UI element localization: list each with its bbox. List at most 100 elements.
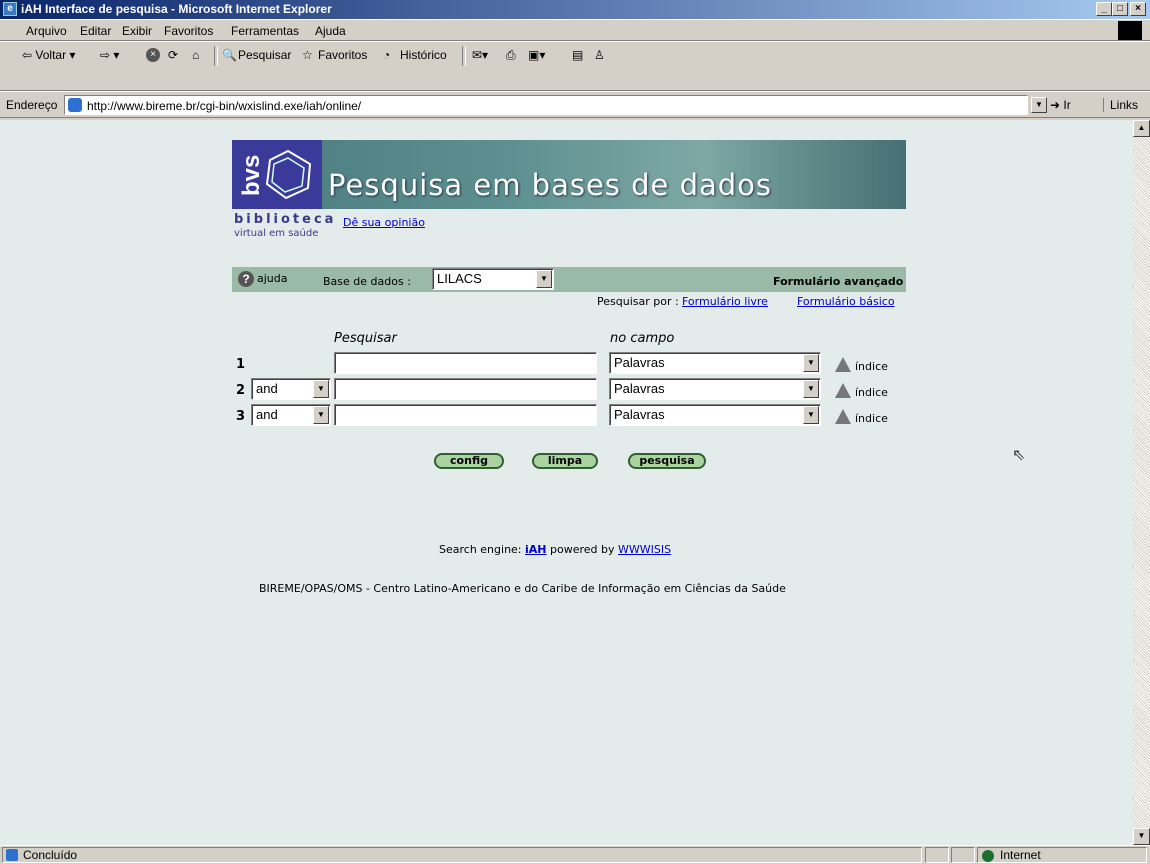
page-icon — [68, 98, 82, 112]
search-by-label: Pesquisar por : — [597, 295, 679, 308]
close-button[interactable]: × — [1130, 2, 1146, 16]
title-bar[interactable]: e iAH Interface de pesquisa - Microsoft … — [0, 0, 1150, 19]
field-select-value: Palavras — [614, 407, 665, 422]
footer-text: BIREME/OPAS/OMS - Centro Latino-American… — [259, 582, 786, 595]
status-bar: Concluído Internet — [0, 845, 1150, 864]
go-button[interactable]: ➜ Ir — [1050, 98, 1071, 112]
forward-button[interactable]: ⇨ ▾ — [100, 48, 119, 62]
banner-title: Pesquisa em bases de dados — [328, 168, 773, 202]
vertical-scrollbar[interactable]: ▲ ▼ — [1133, 120, 1150, 845]
iah-link[interactable]: iAH — [525, 543, 547, 556]
status-panel — [925, 847, 949, 863]
stop-icon[interactable]: × — [146, 48, 160, 62]
address-bar: Endereço http://www.bireme.br/cgi-bin/wx… — [0, 91, 1150, 118]
row-number: 1 — [236, 357, 246, 372]
page-done-icon — [6, 849, 18, 861]
favorites-icon[interactable]: ☆ — [302, 48, 313, 62]
favorites-button[interactable]: Favoritos — [318, 48, 367, 62]
db-select-value: LILACS — [437, 271, 482, 286]
field-select-value: Palavras — [614, 381, 665, 396]
basic-form-link[interactable]: Formulário básico — [797, 295, 895, 308]
menu-ajuda[interactable]: Ajuda — [315, 24, 346, 38]
chevron-down-icon[interactable]: ▼ — [313, 380, 329, 398]
index-link[interactable]: índice — [855, 386, 888, 399]
help-link[interactable]: ajuda — [257, 272, 288, 285]
home-icon[interactable]: ⌂ — [192, 48, 199, 62]
menu-exibir[interactable]: Exibir — [122, 24, 152, 38]
engine-mid: powered by — [550, 543, 615, 556]
col-field-header: no campo — [610, 331, 675, 346]
search-input-2[interactable] — [334, 378, 597, 400]
search-button[interactable]: Pesquisar — [238, 48, 291, 62]
address-url[interactable]: http://www.bireme.br/cgi-bin/wxislind.ex… — [87, 99, 361, 113]
search-icon[interactable]: 🔍 — [222, 48, 237, 62]
globe-icon — [982, 850, 994, 862]
refresh-icon[interactable]: ⟳ — [168, 48, 178, 62]
index-icon[interactable] — [835, 383, 851, 398]
menu-editar[interactable]: Editar — [80, 24, 111, 38]
menu-arquivo[interactable]: Arquivo — [26, 24, 67, 38]
polygon-icon — [265, 149, 312, 200]
maximize-button[interactable]: □ — [1112, 2, 1128, 16]
edit-icon[interactable]: ▣▾ — [528, 48, 545, 62]
menu-ferramentas[interactable]: Ferramentas — [231, 24, 299, 38]
address-dropdown-arrow-icon[interactable]: ▼ — [1031, 97, 1047, 113]
print-icon[interactable]: ⎙ — [506, 48, 516, 63]
ie-icon: e — [3, 2, 17, 16]
mail-icon[interactable]: ✉▾ — [472, 48, 488, 62]
index-icon[interactable] — [835, 409, 851, 424]
links-button[interactable]: Links — [1103, 98, 1138, 112]
index-link[interactable]: índice — [855, 360, 888, 373]
row-number: 3 — [236, 409, 246, 424]
operator-select-2[interactable]: and ▼ — [251, 378, 331, 400]
db-select[interactable]: LILACS ▼ — [432, 268, 554, 290]
field-select-3[interactable]: Palavras ▼ — [609, 404, 821, 426]
field-select-1[interactable]: Palavras ▼ — [609, 352, 821, 374]
menu-favoritos[interactable]: Favoritos — [164, 24, 213, 38]
clear-button[interactable]: limpa — [532, 453, 598, 469]
minimize-button[interactable]: _ — [1096, 2, 1112, 16]
toolbar-separator — [214, 46, 218, 66]
operator-select-3[interactable]: and ▼ — [251, 404, 331, 426]
db-label: Base de dados : — [323, 275, 411, 288]
chevron-down-icon[interactable]: ▼ — [803, 406, 819, 424]
bvs-logo[interactable]: bvs — [232, 140, 322, 209]
biblioteca-text: biblioteca — [234, 212, 337, 227]
chevron-down-icon[interactable]: ▼ — [803, 380, 819, 398]
status-text: Concluído — [23, 848, 78, 862]
address-input[interactable]: http://www.bireme.br/cgi-bin/wxislind.ex… — [64, 95, 1028, 115]
back-button[interactable]: ⇦ Voltar ▾ — [22, 48, 75, 62]
go-label: Ir — [1063, 98, 1071, 112]
operator-value: and — [256, 381, 278, 396]
discuss-icon[interactable]: ▤ — [572, 48, 583, 62]
history-icon[interactable]: ◔ — [383, 48, 390, 62]
index-link[interactable]: índice — [855, 412, 888, 425]
zone-panel: Internet — [977, 847, 1147, 863]
operator-value: and — [256, 407, 278, 422]
chevron-down-icon[interactable]: ▼ — [536, 270, 552, 288]
search-button[interactable]: pesquisa — [628, 453, 706, 469]
scroll-down-icon[interactable]: ▼ — [1133, 828, 1150, 845]
free-form-link[interactable]: Formulário livre — [682, 295, 768, 308]
wwwisis-link[interactable]: WWWISIS — [618, 543, 671, 556]
chevron-down-icon[interactable]: ▼ — [803, 354, 819, 372]
virtual-text: virtual em saúde — [234, 228, 319, 239]
history-button[interactable]: Histórico — [400, 48, 447, 62]
mouse-cursor-icon: ⇖ — [1012, 447, 1026, 464]
row-number: 2 — [236, 383, 246, 398]
field-select-value: Palavras — [614, 355, 665, 370]
scroll-up-icon[interactable]: ▲ — [1133, 120, 1150, 137]
status-panel — [951, 847, 975, 863]
field-select-2[interactable]: Palavras ▼ — [609, 378, 821, 400]
chevron-down-icon[interactable]: ▼ — [313, 406, 329, 424]
search-input-3[interactable] — [334, 404, 597, 426]
help-icon[interactable]: ? — [238, 271, 254, 287]
opinion-link[interactable]: Dê sua opinião — [343, 216, 425, 229]
col-search-header: Pesquisar — [334, 331, 397, 346]
messenger-icon[interactable]: ♙ — [594, 48, 605, 62]
toolbar-separator — [462, 46, 466, 66]
index-icon[interactable] — [835, 357, 851, 372]
search-input-1[interactable] — [334, 352, 597, 374]
zone-text: Internet — [1000, 848, 1041, 862]
config-button[interactable]: config — [434, 453, 504, 469]
